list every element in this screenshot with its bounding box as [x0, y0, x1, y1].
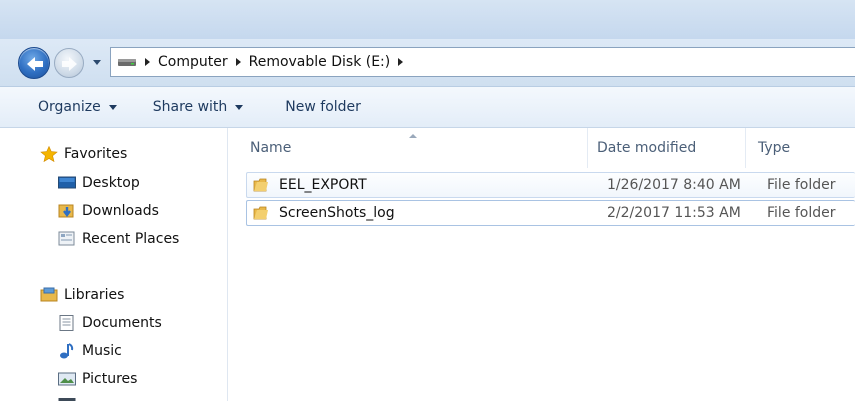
share-with-label: Share with: [152, 99, 228, 115]
organize-label: Organize: [38, 99, 101, 115]
window-title-bar: [0, 0, 855, 39]
sidebar-item-pictures[interactable]: Pictures: [58, 371, 137, 387]
sidebar-item-label: Recent Places: [82, 231, 180, 247]
file-list: Name Date modified Type EEL_EXPORT 1/26/…: [228, 128, 855, 401]
recent-pages-dropdown[interactable]: [92, 57, 102, 67]
column-header-type[interactable]: Type: [758, 128, 848, 168]
star-icon: [40, 145, 58, 163]
column-header-date-modified[interactable]: Date modified: [597, 128, 737, 168]
sidebar-item-music[interactable]: Music: [58, 343, 122, 359]
organize-button[interactable]: Organize: [38, 99, 117, 115]
sidebar-item-libraries[interactable]: Libraries: [40, 287, 124, 303]
chevron-right-icon[interactable]: [145, 58, 150, 66]
file-row[interactable]: ScreenShots_log 2/2/2017 11:53 AM File f…: [246, 200, 855, 226]
back-button[interactable]: [18, 47, 50, 79]
share-with-button[interactable]: Share with: [153, 99, 244, 115]
file-type: File folder: [767, 205, 836, 221]
file-type: File folder: [767, 177, 836, 193]
drive-icon: [117, 56, 137, 68]
folder-icon: [253, 177, 271, 193]
navigation-pane: Favorites Desktop Downloads Recent Place…: [0, 128, 228, 401]
column-header-label: Name: [250, 140, 292, 156]
documents-icon: [58, 315, 76, 331]
chevron-right-icon[interactable]: [398, 58, 404, 66]
desktop-icon: [58, 175, 76, 191]
recent-places-icon: [58, 231, 76, 247]
sidebar-item-label: Downloads: [82, 203, 159, 219]
sidebar-item-downloads[interactable]: Downloads: [58, 203, 159, 219]
address-bar[interactable]: Computer Removable Disk (E:): [110, 47, 855, 77]
forward-arrow-icon: [62, 57, 77, 71]
sort-ascending-icon: [409, 134, 417, 138]
libraries-icon: [40, 287, 58, 303]
file-name: EEL_EXPORT: [279, 177, 367, 193]
column-divider[interactable]: [587, 128, 588, 168]
command-toolbar: Organize Share with New folder: [0, 86, 855, 128]
pictures-icon: [58, 371, 76, 387]
new-folder-button[interactable]: New folder: [285, 99, 361, 115]
music-note-icon: [58, 343, 76, 359]
file-name: ScreenShots_log: [279, 205, 395, 221]
sidebar-item-recent-places[interactable]: Recent Places: [58, 231, 179, 247]
back-arrow-icon: [27, 57, 43, 71]
navigation-bar: Computer Removable Disk (E:): [0, 39, 855, 86]
sidebar-item-label: Favorites: [64, 146, 128, 162]
file-date-modified: 1/26/2017 8:40 AM: [607, 177, 741, 193]
sidebar-item-documents[interactable]: Documents: [58, 315, 162, 331]
column-divider[interactable]: [745, 128, 746, 168]
sidebar-item-label: Music: [82, 343, 122, 359]
sidebar-item-label: Documents: [82, 315, 162, 331]
column-header-name[interactable]: Name: [250, 128, 590, 168]
file-date-modified: 2/2/2017 11:53 AM: [607, 205, 741, 221]
column-header-label: Type: [758, 140, 791, 156]
chevron-down-icon: [235, 104, 244, 110]
breadcrumb-removable-disk[interactable]: Removable Disk (E:): [249, 54, 391, 70]
forward-button[interactable]: [54, 48, 84, 78]
sidebar-item-label: Libraries: [64, 287, 125, 303]
sidebar-item-label: Desktop: [82, 175, 140, 191]
file-row[interactable]: EEL_EXPORT 1/26/2017 8:40 AM File folder: [246, 172, 855, 198]
videos-icon: [58, 397, 76, 401]
sidebar-item-videos-partial[interactable]: [58, 397, 82, 401]
sidebar-item-desktop[interactable]: Desktop: [58, 175, 140, 191]
sidebar-item-label: Pictures: [82, 371, 138, 387]
downloads-icon: [58, 203, 76, 219]
column-header-label: Date modified: [597, 140, 697, 156]
sidebar-item-favorites[interactable]: Favorites: [40, 145, 128, 163]
chevron-right-icon[interactable]: [235, 58, 241, 66]
folder-icon: [253, 205, 271, 221]
new-folder-label: New folder: [285, 99, 361, 115]
chevron-down-icon: [108, 104, 117, 110]
breadcrumb-computer[interactable]: Computer: [158, 54, 228, 70]
